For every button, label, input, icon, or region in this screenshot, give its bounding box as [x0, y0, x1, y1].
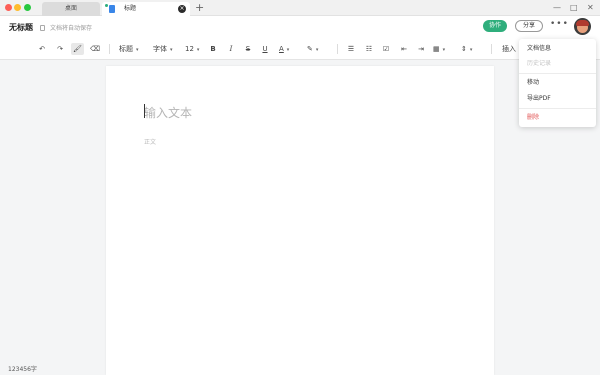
- tab-document-label: 标题: [124, 5, 137, 12]
- menu-item-delete[interactable]: 删除: [527, 114, 539, 122]
- highlight-picker[interactable]: ✎ ▾: [307, 43, 327, 55]
- chevron-down-icon: ▾: [469, 47, 473, 53]
- menu-divider: [519, 108, 596, 109]
- undo-icon[interactable]: ↶: [37, 43, 47, 55]
- window-zoom-dot[interactable]: [24, 4, 31, 11]
- chevron-down-icon: ▾: [315, 47, 319, 53]
- menu-item-history: 历史记录: [527, 60, 552, 67]
- collaborate-button[interactable]: 协作: [483, 20, 507, 32]
- strikethrough-icon[interactable]: S: [243, 43, 253, 55]
- document-title[interactable]: 无标题: [9, 22, 33, 33]
- table-icon: ▦: [433, 45, 440, 53]
- checklist-icon[interactable]: ☑: [381, 43, 391, 55]
- numbered-list-icon[interactable]: ☷: [364, 43, 374, 55]
- document-page[interactable]: 输入文本 正文: [106, 66, 494, 375]
- unsaved-dot-icon: [105, 4, 108, 7]
- tab-home[interactable]: 桌面: [42, 2, 100, 16]
- close-tab-icon[interactable]: ×: [178, 5, 186, 13]
- more-options-menu: 文档信息 历史记录 移动 导出PDF 删除: [519, 39, 596, 127]
- insert-button[interactable]: 插入: [502, 43, 516, 55]
- table-dropdown[interactable]: ▦ ▾: [433, 43, 453, 55]
- save-status-text: 文档将自动保存: [50, 25, 93, 32]
- maximize-icon[interactable]: □: [570, 3, 578, 12]
- toolbar-divider: [491, 44, 492, 54]
- italic-icon[interactable]: I: [226, 43, 236, 55]
- menu-item-move[interactable]: 移动: [527, 79, 539, 87]
- heading-dropdown[interactable]: 标题 ▾: [119, 43, 145, 55]
- window-close-dot[interactable]: [5, 4, 12, 11]
- menu-item-export-pdf[interactable]: 导出PDF: [527, 95, 551, 103]
- menu-item-doc-info[interactable]: 文档信息: [527, 45, 551, 53]
- more-options-icon[interactable]: •••: [550, 19, 569, 29]
- tab-document[interactable]: 标题: [102, 2, 190, 16]
- format-painter-icon[interactable]: 🖌: [71, 43, 84, 55]
- new-tab-icon[interactable]: +: [195, 2, 204, 14]
- line-height-icon: ⇕: [461, 45, 467, 53]
- body-placeholder[interactable]: 正文: [144, 137, 156, 146]
- line-height-dropdown[interactable]: ⇕ ▾: [461, 43, 479, 55]
- indent-decrease-icon[interactable]: ⇤: [399, 43, 409, 55]
- avatar-hair: [576, 20, 589, 26]
- heading-label: 标题: [119, 45, 133, 53]
- window-minimize-dot[interactable]: [14, 4, 21, 11]
- file-icon: [40, 25, 45, 31]
- underline-icon[interactable]: U: [260, 43, 270, 55]
- font-label: 字体: [153, 45, 167, 53]
- chevron-down-icon: ▾: [442, 47, 446, 53]
- font-color-icon: A: [279, 45, 284, 53]
- format-toolbar: ↶ ↷ 🖌 ⌫ 标题 ▾ 字体 ▾ 12 ▾ B I S U A ▾ ✎ ▾ ☰ ☷ ☑ …: [0, 38, 600, 60]
- redo-icon[interactable]: ↷: [55, 43, 65, 55]
- avatar[interactable]: [574, 18, 591, 35]
- share-button[interactable]: 分享: [515, 20, 543, 32]
- title-bar: 桌面 标题 × + — □ ✕: [0, 0, 600, 16]
- font-color-picker[interactable]: A ▾: [279, 43, 295, 55]
- clear-format-icon[interactable]: ⌫: [89, 43, 101, 55]
- font-size-value: 12: [185, 45, 194, 53]
- highlight-icon: ✎: [307, 45, 313, 53]
- title-placeholder[interactable]: 输入文本: [144, 104, 192, 121]
- word-count: 123456字: [8, 366, 37, 373]
- bullet-list-icon[interactable]: ☰: [346, 43, 356, 55]
- tab-home-label: 桌面: [64, 5, 77, 12]
- chevron-down-icon: ▾: [136, 47, 139, 53]
- toolbar-divider: [109, 44, 110, 54]
- chevron-down-icon: ▾: [170, 47, 173, 53]
- chevron-down-icon: ▾: [286, 47, 290, 53]
- minimize-icon[interactable]: —: [553, 3, 561, 12]
- save-status: 文档将自动保存: [40, 23, 92, 32]
- font-size-dropdown[interactable]: 12 ▾: [185, 43, 203, 55]
- document-icon: [109, 5, 115, 13]
- document-header: 无标题 文档将自动保存 协作 分享 •••: [0, 16, 600, 38]
- text-cursor: [144, 104, 145, 118]
- menu-divider: [519, 73, 596, 74]
- font-dropdown[interactable]: 字体 ▾: [153, 43, 179, 55]
- close-window-icon[interactable]: ✕: [587, 3, 594, 12]
- bold-icon[interactable]: B: [208, 43, 218, 55]
- toolbar-divider: [337, 44, 338, 54]
- chevron-down-icon: ▾: [196, 47, 200, 53]
- indent-increase-icon[interactable]: ⇥: [416, 43, 426, 55]
